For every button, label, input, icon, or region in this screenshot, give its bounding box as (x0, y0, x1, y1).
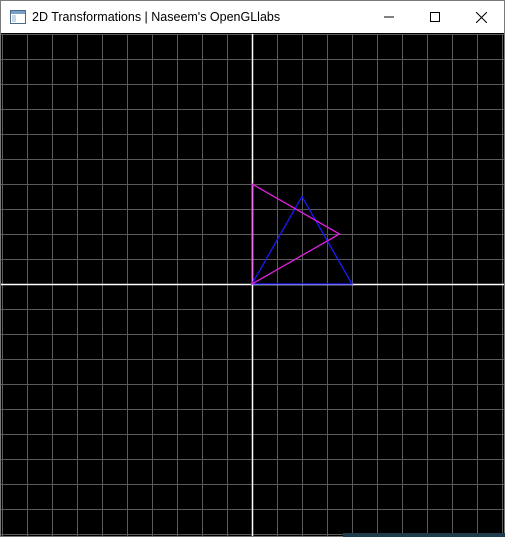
title-bar[interactable]: 2D Transformations | Naseem's OpenGLlabs (1, 1, 504, 33)
app-window: 2D Transformations | Naseem's OpenGLlabs (0, 0, 505, 537)
window-controls (366, 1, 504, 33)
minimize-icon (384, 16, 394, 18)
opengl-window-icon (10, 9, 26, 25)
maximize-button[interactable] (412, 1, 458, 33)
background-strip (343, 533, 505, 537)
opengl-canvas[interactable] (1, 34, 504, 536)
close-icon (475, 11, 487, 23)
scene-svg (1, 34, 504, 536)
minimize-button[interactable] (366, 1, 412, 33)
window-title: 2D Transformations | Naseem's OpenGLlabs (32, 10, 281, 24)
close-button[interactable] (458, 1, 504, 33)
maximize-icon (430, 12, 440, 22)
